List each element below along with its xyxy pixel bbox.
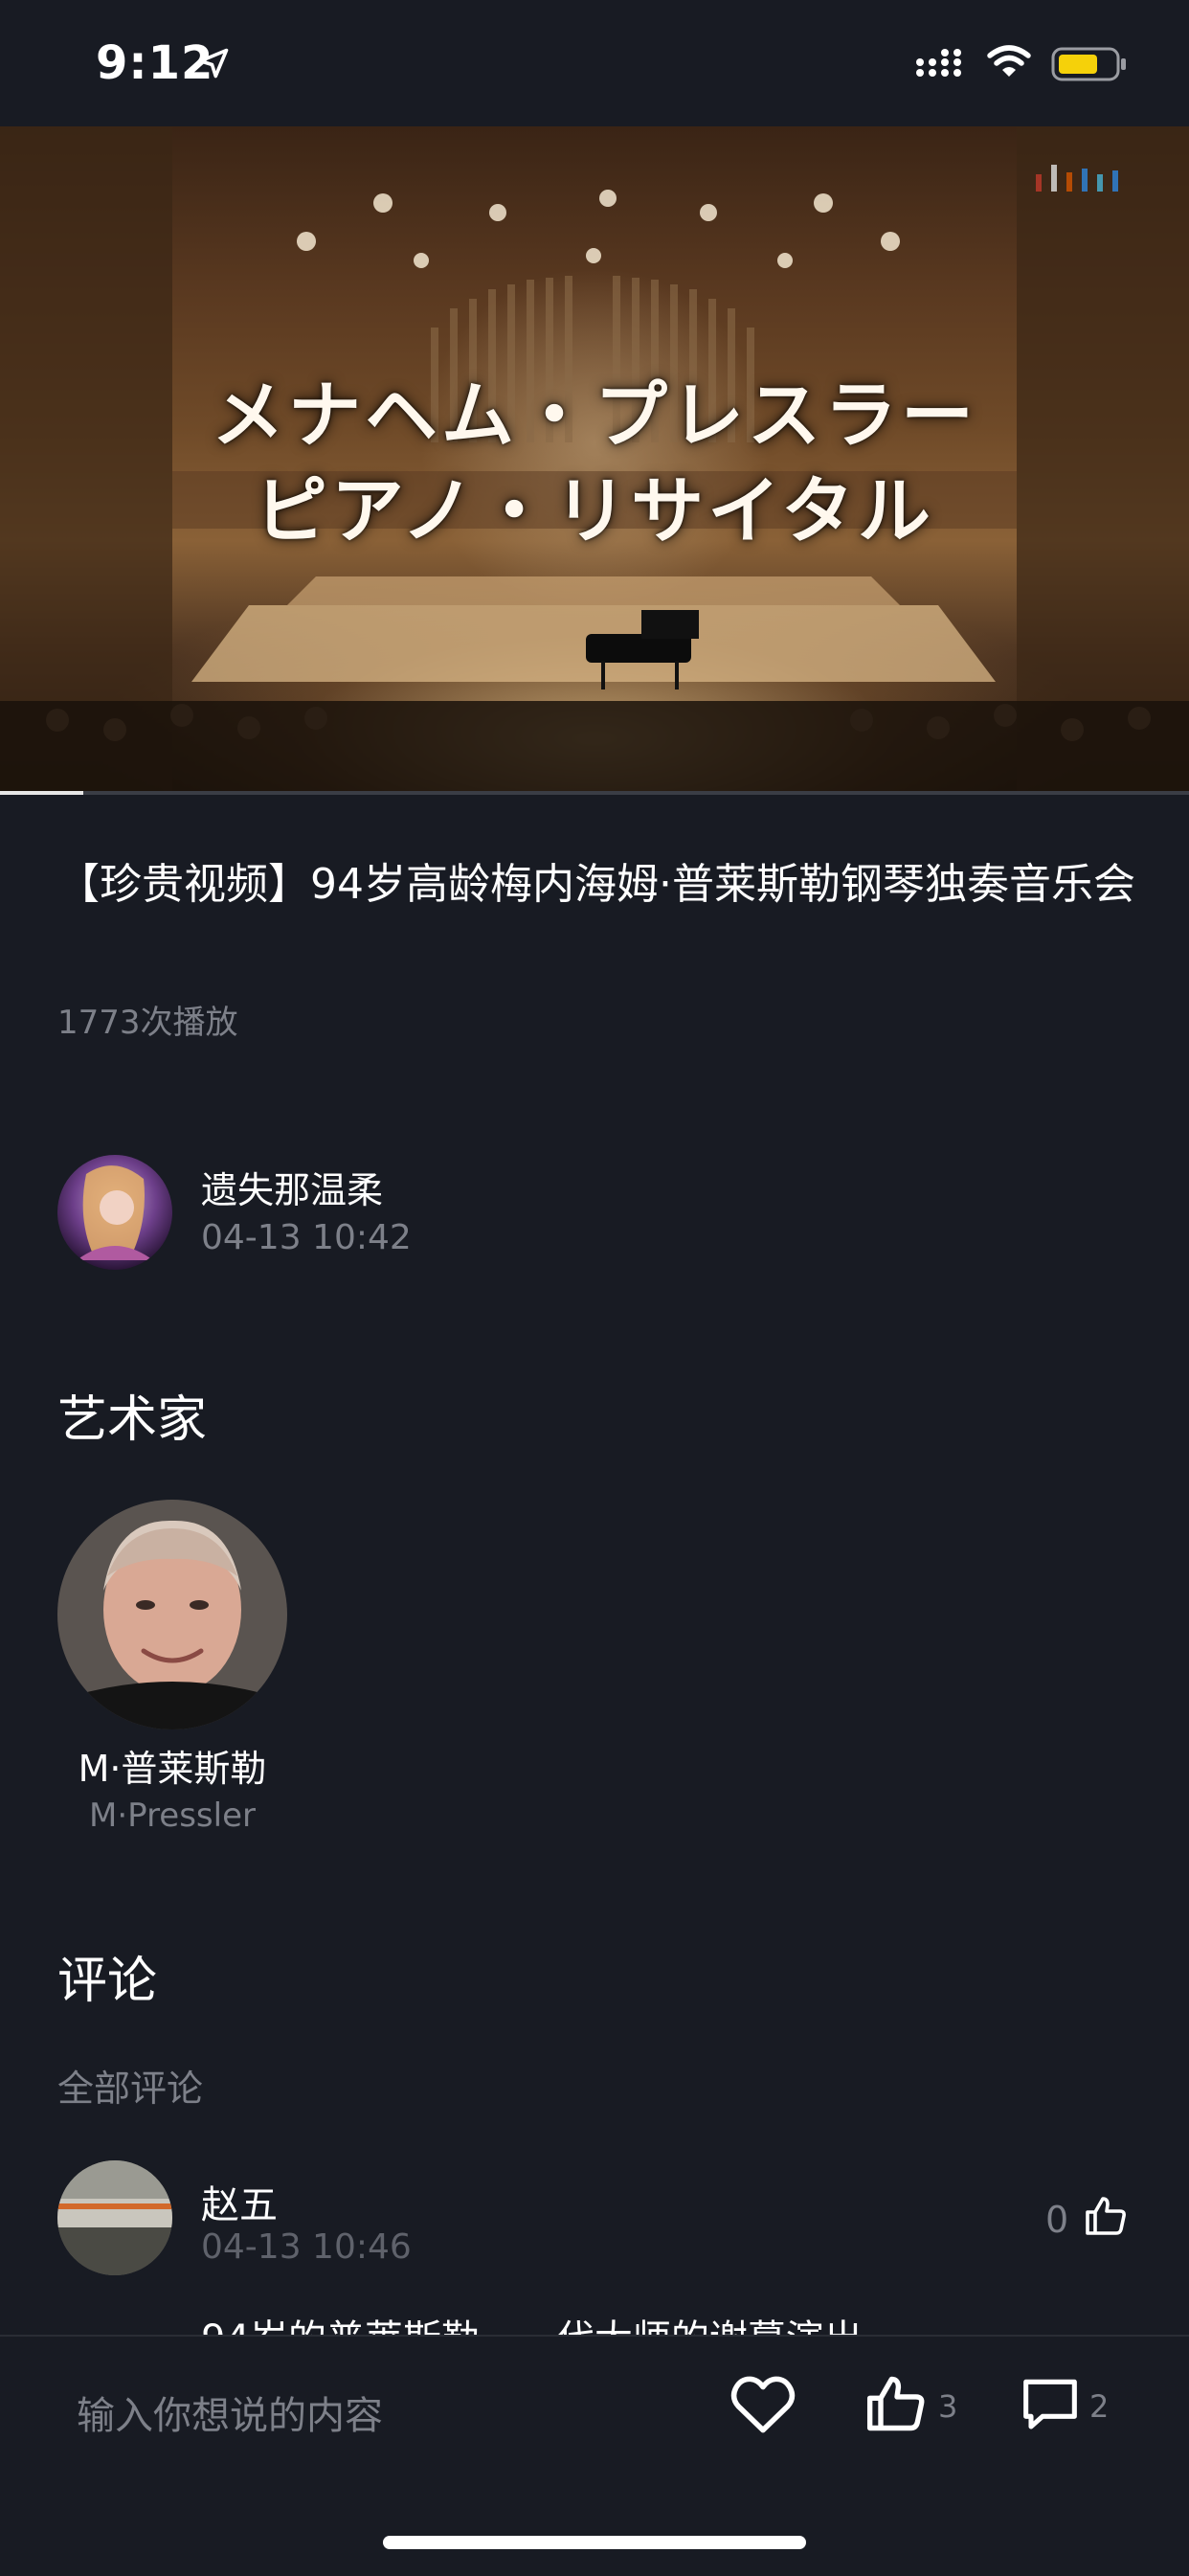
heart-icon[interactable] bbox=[729, 2373, 796, 2434]
comment-avatar[interactable] bbox=[57, 2160, 172, 2275]
comment-user-name[interactable]: 赵五 bbox=[201, 2174, 278, 2229]
battery-icon bbox=[1051, 47, 1126, 81]
comment-input[interactable]: 输入你想说的内容 bbox=[77, 2384, 383, 2440]
location-arrow-icon bbox=[198, 48, 229, 79]
thumbs-up-icon[interactable] bbox=[864, 2371, 931, 2436]
comment-like-count: 0 bbox=[1045, 2199, 1069, 2241]
wifi-icon bbox=[987, 45, 1031, 77]
comments-heading: 评论 bbox=[57, 1953, 158, 2010]
artists-heading: 艺术家 bbox=[57, 1391, 208, 1449]
comment-count: 2 bbox=[1089, 2388, 1110, 2425]
all-comments-filter[interactable]: 全部评论 bbox=[57, 2059, 203, 2112]
like-count: 3 bbox=[938, 2388, 958, 2425]
video-overlay-title-line1: メナヘム・プレスラー bbox=[212, 373, 977, 458]
comment-date: 04-13 10:46 bbox=[201, 2227, 412, 2267]
post-date: 04-13 10:42 bbox=[201, 1218, 412, 1257]
comment-icon[interactable] bbox=[1019, 2373, 1082, 2434]
video-player[interactable]: メナヘム・プレスラー ピアノ・リサイタル bbox=[0, 126, 1189, 795]
signal-icon bbox=[916, 49, 961, 77]
artist-name-cn[interactable]: M·普莱斯勒 bbox=[38, 1739, 306, 1792]
comment-thumbs-up-icon[interactable] bbox=[1084, 2193, 1130, 2239]
artist-name-en: M·Pressler bbox=[89, 1796, 256, 1835]
artist-avatar[interactable] bbox=[57, 1500, 287, 1729]
video-progress-fill bbox=[0, 791, 83, 795]
author-name[interactable]: 遗失那温柔 bbox=[201, 1161, 383, 1213]
home-indicator[interactable] bbox=[383, 2536, 806, 2549]
video-progress-track[interactable] bbox=[0, 791, 1189, 795]
video-overlay-title-line2: ピアノ・リサイタル bbox=[254, 468, 935, 554]
author-avatar[interactable] bbox=[57, 1155, 172, 1270]
play-count: 1773次播放 bbox=[57, 1004, 238, 1042]
post-title: 【珍贵视频】94岁高龄梅内海姆·普莱斯勒钢琴独奏音乐会 bbox=[57, 860, 1135, 909]
